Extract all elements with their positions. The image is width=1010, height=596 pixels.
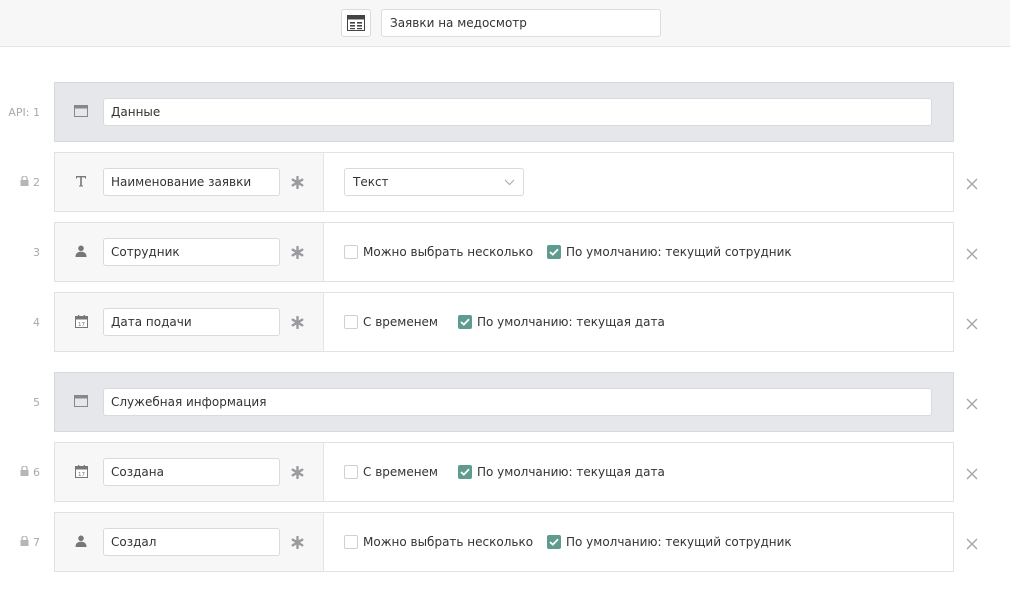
lock-icon (20, 174, 29, 189)
section-icon (73, 103, 89, 119)
option-label: По умолчанию: текущий сотрудник (566, 535, 792, 549)
svg-text:17: 17 (78, 322, 85, 328)
delete-field-icon[interactable] (964, 536, 980, 552)
row-left: 17 (55, 443, 324, 501)
checkbox-checked[interactable] (458, 315, 472, 329)
checkbox-unchecked[interactable] (344, 245, 358, 259)
lock-icon (20, 464, 29, 479)
row-number: 4 (33, 315, 40, 329)
table-icon[interactable] (341, 9, 371, 37)
user-icon (73, 533, 89, 549)
field-name-input[interactable] (103, 528, 280, 556)
option-label: С временем (363, 465, 438, 479)
delete-field-icon[interactable] (964, 176, 980, 192)
delete-field-icon[interactable] (964, 466, 980, 482)
field-row-section (54, 82, 954, 142)
delete-field-icon[interactable] (964, 246, 980, 262)
required-asterisk-icon[interactable] (290, 315, 304, 329)
row-number: 7 (0, 534, 40, 550)
default-current-date-option[interactable]: По умолчанию: текущая дата (458, 464, 665, 480)
row-number: 2 (0, 174, 40, 190)
with-time-option[interactable]: С временем (344, 464, 438, 480)
field-name-input[interactable] (103, 98, 932, 126)
row-number: 5 (33, 395, 40, 409)
with-time-option[interactable]: С временем (344, 314, 438, 330)
checkbox-checked[interactable] (547, 245, 561, 259)
chevron-down-icon (504, 175, 515, 189)
text-type-icon (73, 173, 89, 189)
delete-field-icon[interactable] (964, 316, 980, 332)
checkbox-checked[interactable] (458, 465, 472, 479)
field-row-section (54, 372, 954, 432)
field-row-date: 17 С временем По умолчанию: текущая дата (54, 292, 954, 352)
checkbox-unchecked[interactable] (344, 465, 358, 479)
row-left: 17 (55, 293, 324, 351)
row-left (55, 153, 324, 211)
option-label: По умолчанию: текущий сотрудник (566, 245, 792, 259)
section-icon (73, 393, 89, 409)
svg-text:17: 17 (78, 472, 85, 478)
row-number: API: 1 (8, 105, 40, 119)
field-row-text: Текст (54, 152, 954, 212)
field-name-input[interactable] (103, 238, 280, 266)
option-label: По умолчанию: текущая дата (477, 465, 665, 479)
required-asterisk-icon[interactable] (290, 175, 304, 189)
default-current-date-option[interactable]: По умолчанию: текущая дата (458, 314, 665, 330)
option-label: По умолчанию: текущая дата (477, 315, 665, 329)
checkbox-unchecked[interactable] (344, 535, 358, 549)
option-label: С временем (363, 315, 438, 329)
calendar-icon: 17 (73, 313, 89, 329)
multi-select-option[interactable]: Можно выбрать несколько (344, 244, 533, 260)
required-asterisk-icon[interactable] (290, 535, 304, 549)
row-left (55, 83, 932, 141)
table-name-input[interactable] (381, 9, 661, 37)
row-number: 3 (33, 245, 40, 259)
required-asterisk-icon[interactable] (290, 245, 304, 259)
row-number: 6 (0, 464, 40, 480)
calendar-icon: 17 (73, 463, 89, 479)
field-row-user: Можно выбрать несколько По умолчанию: те… (54, 222, 954, 282)
option-label: Можно выбрать несколько (363, 245, 534, 259)
field-row-date: 17 С временем По умолчанию: текущая дата (54, 442, 954, 502)
top-bar (0, 0, 1010, 47)
field-type-select[interactable]: Текст (344, 168, 524, 196)
lock-icon (20, 534, 29, 549)
option-label: Можно выбрать несколько (363, 535, 534, 549)
field-row-user: Можно выбрать несколько По умолчанию: те… (54, 512, 954, 572)
row-left (55, 513, 324, 571)
required-asterisk-icon[interactable] (290, 465, 304, 479)
default-current-user-option[interactable]: По умолчанию: текущий сотрудник (547, 534, 792, 550)
field-name-input[interactable] (103, 458, 280, 486)
field-name-input[interactable] (103, 168, 280, 196)
row-left (55, 373, 932, 431)
delete-field-icon[interactable] (964, 396, 980, 412)
user-icon (73, 243, 89, 259)
default-current-user-option[interactable]: По умолчанию: текущий сотрудник (547, 244, 792, 260)
checkbox-unchecked[interactable] (344, 315, 358, 329)
multi-select-option[interactable]: Можно выбрать несколько (344, 534, 533, 550)
field-name-input[interactable] (103, 388, 932, 416)
field-name-input[interactable] (103, 308, 280, 336)
checkbox-checked[interactable] (547, 535, 561, 549)
row-left (55, 223, 324, 281)
field-type-value: Текст (353, 175, 389, 189)
